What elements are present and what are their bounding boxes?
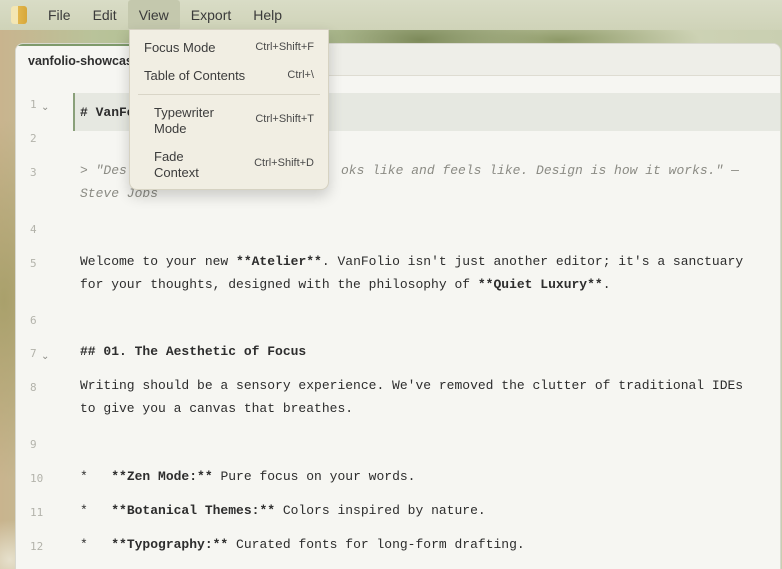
bullet: * bbox=[80, 469, 112, 484]
paragraph-writing-1: Writing should be a sensory experience. … bbox=[80, 378, 744, 393]
menu-item-fade-context[interactable]: Fade Context Ctrl+Shift+D bbox=[130, 149, 328, 181]
menu-item-shortcut: Ctrl+Shift+T bbox=[255, 113, 314, 125]
bold-text: **Atelier** bbox=[236, 254, 322, 269]
text: Curated fonts for long-form drafting. bbox=[228, 537, 525, 552]
app-logo-icon bbox=[11, 6, 27, 24]
view-menu-dropdown: Focus Mode Ctrl+Shift+F Table of Content… bbox=[129, 29, 329, 190]
line-number: 2 bbox=[30, 132, 37, 145]
menu-item-shortcut: Ctrl+Shift+F bbox=[255, 41, 314, 53]
menu-edit[interactable]: Edit bbox=[82, 0, 128, 30]
line-number: 9 bbox=[30, 438, 37, 451]
menu-item-label-line2: Mode bbox=[154, 121, 187, 136]
section-heading: ## 01. The Aesthetic of Focus bbox=[80, 344, 307, 359]
menu-export[interactable]: Export bbox=[180, 0, 242, 30]
menu-item-label-line2: Context bbox=[154, 165, 199, 180]
bold-text: **Quiet Luxury** bbox=[477, 277, 603, 292]
menu-item-shortcut: Ctrl+\ bbox=[287, 69, 314, 81]
menu-item-typewriter-mode[interactable]: Typewriter Mode Ctrl+Shift+T bbox=[130, 105, 328, 137]
menu-bar: File Edit View Export Help bbox=[0, 0, 782, 30]
line-number: 6 bbox=[30, 314, 37, 327]
chevron-down-icon[interactable]: ⌄ bbox=[41, 102, 49, 113]
menu-item-label: Table of Contents bbox=[144, 68, 246, 83]
bold-text: **Typography:** bbox=[111, 537, 229, 552]
line-number: 8 bbox=[30, 381, 37, 394]
paragraph-welcome-2: for your thoughts, designed with the phi… bbox=[80, 273, 754, 296]
menu-separator bbox=[138, 94, 320, 95]
text: . bbox=[602, 277, 611, 292]
text: for your thoughts, designed with the phi… bbox=[80, 277, 478, 292]
quote-middle: oks like and feels like. Design is how i… bbox=[341, 163, 739, 178]
line-number: 3 bbox=[30, 166, 37, 179]
line-number: 4 bbox=[30, 223, 37, 236]
bullet: * bbox=[80, 503, 112, 518]
chevron-down-icon[interactable]: ⌄ bbox=[41, 351, 49, 362]
bullet: * bbox=[80, 537, 112, 552]
menu-item-table-of-contents[interactable]: Table of Contents Ctrl+\ bbox=[130, 68, 328, 84]
menu-item-focus-mode[interactable]: Focus Mode Ctrl+Shift+F bbox=[130, 40, 328, 56]
menu-help[interactable]: Help bbox=[242, 0, 293, 30]
menu-item-label: Focus Mode bbox=[144, 40, 216, 55]
menu-item-shortcut: Ctrl+Shift+D bbox=[254, 157, 314, 169]
text: Welcome to your new bbox=[80, 254, 237, 269]
menu-view[interactable]: View bbox=[127, 0, 180, 30]
menu-file[interactable]: File bbox=[37, 0, 82, 30]
bold-text: **Zen Mode:** bbox=[111, 469, 213, 484]
line-number: 11 bbox=[30, 506, 44, 519]
tab-vanfolio-showcase[interactable]: vanfolio-showcase bbox=[16, 44, 146, 76]
line-number: 5 bbox=[30, 257, 37, 270]
text: Colors inspired by nature. bbox=[275, 503, 486, 518]
text: Pure focus on your words. bbox=[212, 469, 416, 484]
line-number: 12 bbox=[30, 540, 44, 553]
list-item: * **Botanical Themes:** Colors inspired … bbox=[80, 499, 754, 522]
line-number: 10 bbox=[30, 472, 44, 485]
text: . VanFolio isn't just another editor; it… bbox=[321, 254, 744, 269]
list-item: * **Typography:** Curated fonts for long… bbox=[80, 533, 754, 556]
bold-text: **Botanical Themes:** bbox=[111, 503, 276, 518]
menu-item-label-line1: Fade bbox=[154, 149, 184, 164]
paragraph-writing-2: to give you a canvas that breathes. bbox=[80, 401, 354, 416]
list-item: * **Zen Mode:** Pure focus on your words… bbox=[80, 465, 754, 488]
paragraph-welcome-1: Welcome to your new **Atelier**. VanFoli… bbox=[80, 250, 754, 273]
menu-item-label-line1: Typewriter bbox=[154, 105, 214, 120]
